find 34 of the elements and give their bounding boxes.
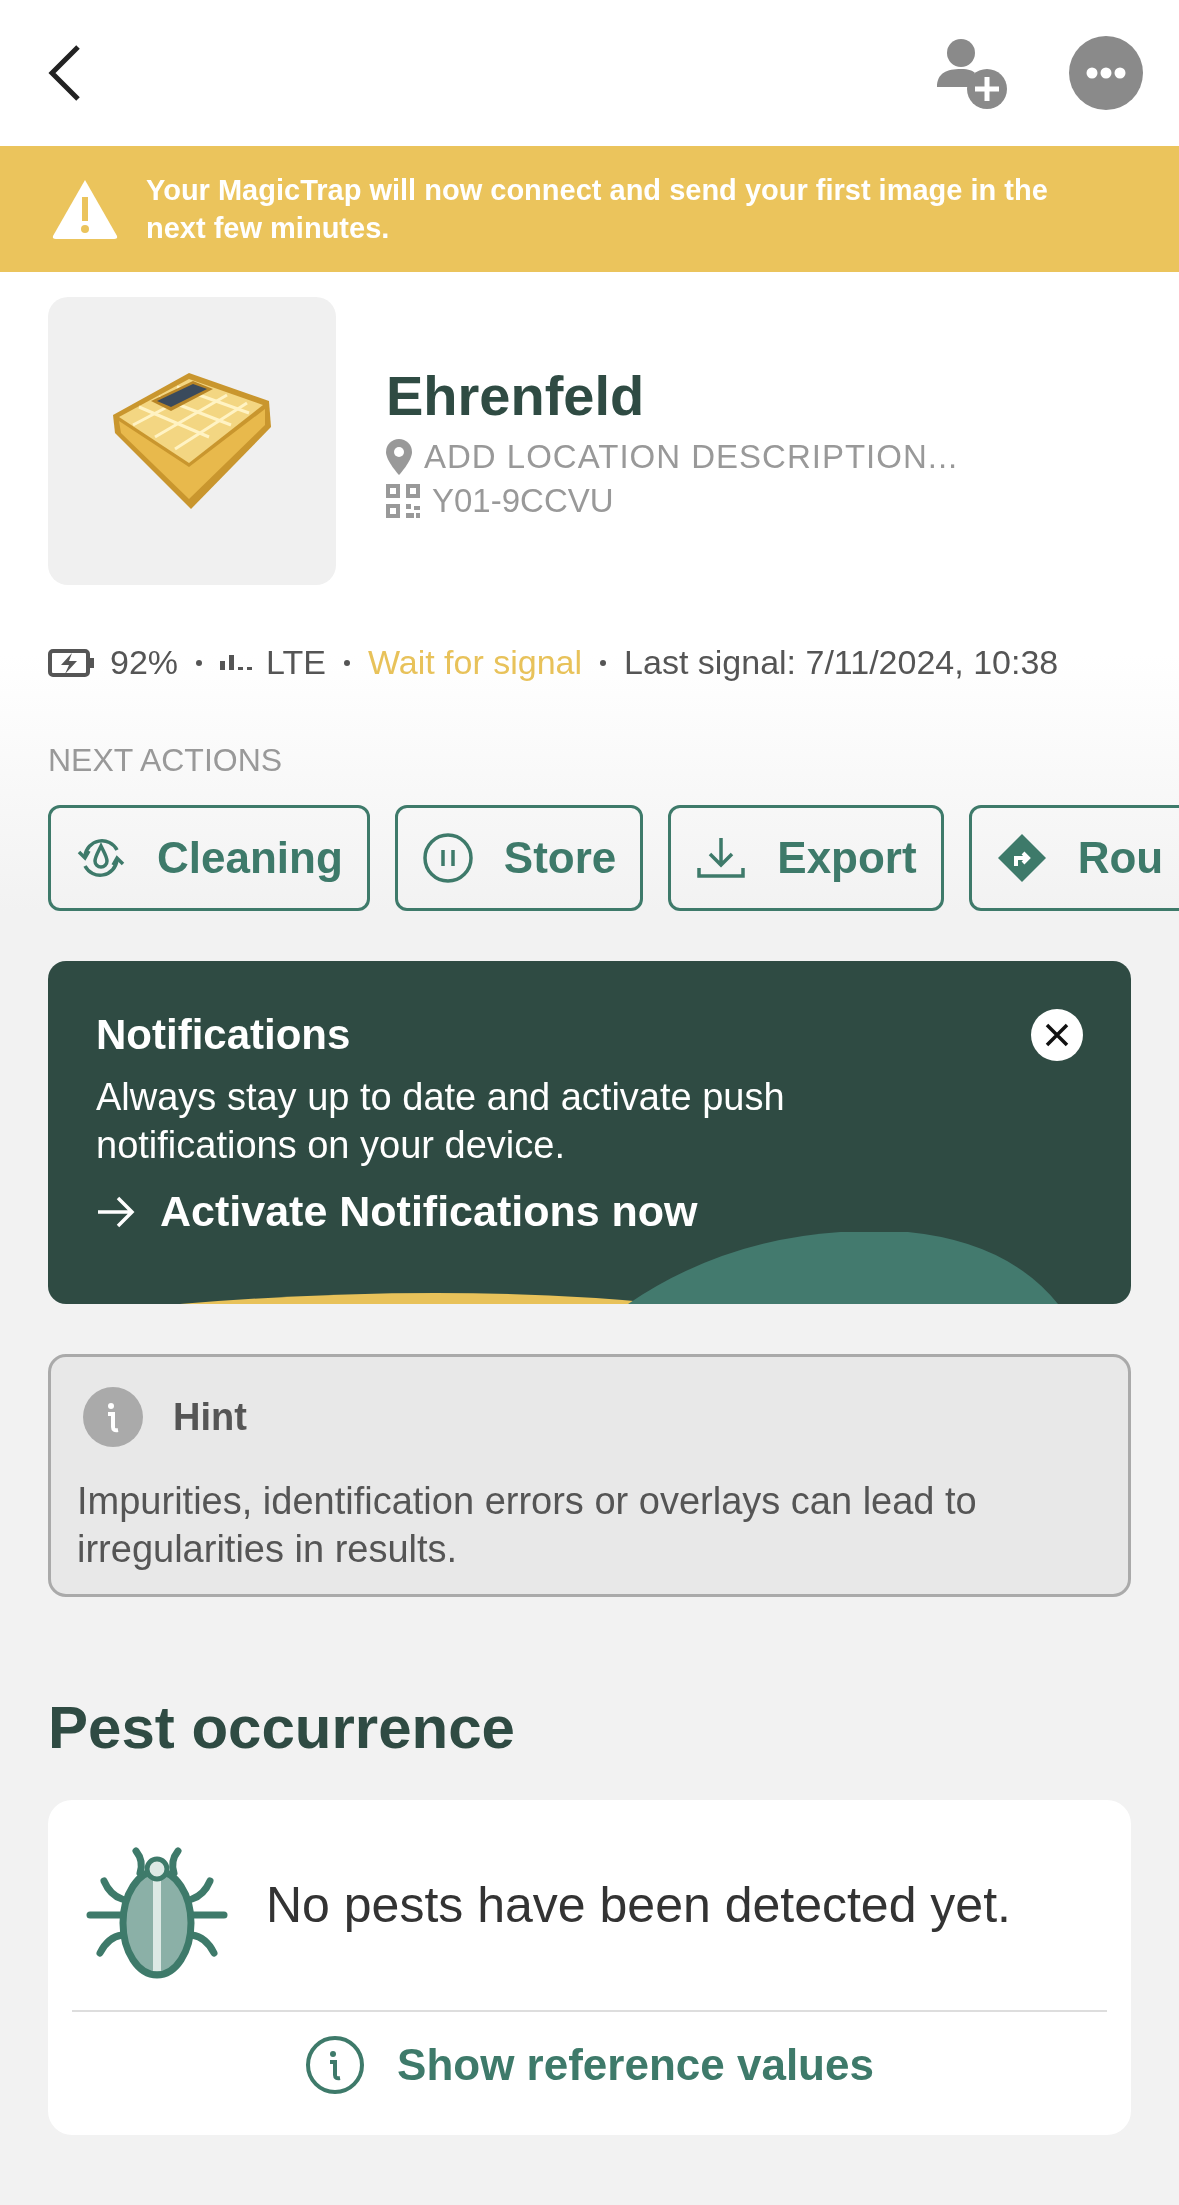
action-button[interactable]: Cleaning bbox=[48, 805, 370, 911]
notification-title: Notifications bbox=[96, 1011, 351, 1059]
pause-icon bbox=[421, 832, 474, 884]
banner-text: Your MagicTrap will now connect and send your first image in the next few minutes. bbox=[146, 173, 1049, 246]
reference-values-link[interactable]: Show reference values bbox=[299, 2034, 880, 2096]
serial-number: Y01-9CCVU bbox=[432, 481, 614, 520]
location-description-link[interactable]: ADD LOCATION DESCRIPTION... bbox=[424, 437, 959, 476]
qr-code-icon bbox=[386, 483, 420, 518]
section-title: Pest occurrence bbox=[48, 1693, 516, 1762]
section-label: NEXT ACTIONS bbox=[48, 742, 284, 779]
location-pin-icon bbox=[386, 438, 412, 475]
trap-name: Ehrenfeld bbox=[386, 362, 646, 428]
hint-title: Hint bbox=[173, 1395, 247, 1439]
battery-level: 92% bbox=[110, 643, 179, 682]
signal-icon bbox=[220, 655, 253, 670]
action-button[interactable]: Store bbox=[394, 805, 644, 911]
connection-status: Wait for signal bbox=[367, 643, 583, 682]
close-button[interactable] bbox=[1031, 1009, 1083, 1061]
separator-dot bbox=[343, 659, 350, 666]
activate-notifications-link[interactable]: Activate Notifications now bbox=[96, 1187, 698, 1236]
last-signal-text: Last signal: 7/11/2024, 10:38 bbox=[624, 643, 1059, 682]
info-icon bbox=[83, 1387, 143, 1447]
empty-state-text: No pests have been detected yet. bbox=[266, 1876, 1011, 1934]
notification-text: Always stay up to date and activate push notifications on your device. bbox=[96, 1075, 786, 1168]
separator-dot bbox=[600, 659, 607, 666]
info-icon bbox=[305, 2035, 366, 2095]
action-button[interactable]: Export bbox=[668, 805, 944, 911]
battery-icon bbox=[48, 647, 96, 678]
arrow-right-icon bbox=[96, 1194, 136, 1229]
more-button[interactable] bbox=[1069, 36, 1143, 110]
separator-dot bbox=[196, 659, 203, 666]
action-button[interactable]: Rou bbox=[968, 805, 1179, 911]
hint-text: Impurities, identification errors or overlays can lead to irregularities in results. bbox=[77, 1479, 978, 1572]
network-type: LTE bbox=[266, 643, 326, 682]
